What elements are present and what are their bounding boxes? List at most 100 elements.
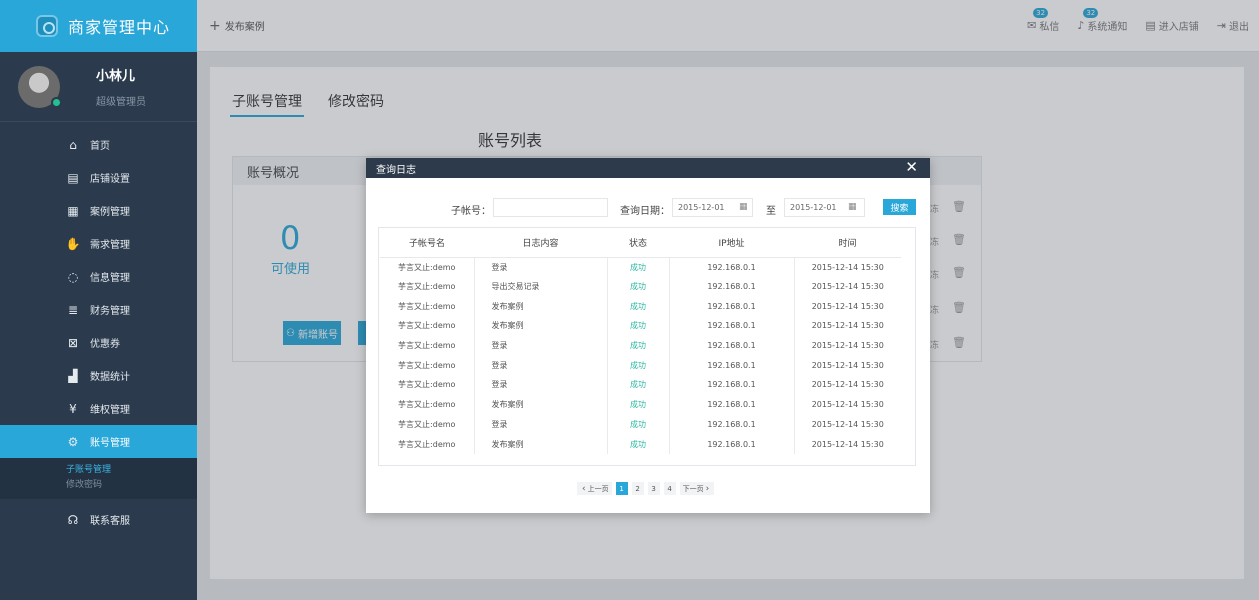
page-number[interactable]: 3: [647, 482, 660, 495]
log-cell-ip: 192.168.0.1: [669, 257, 795, 277]
log-table: 子帐号名 日志内容 状态 IP地址 时间 芋言又止:demo 登录 成功 192.16…: [380, 228, 901, 454]
sidebar-nav: ⌂ 首页 ▤ 店铺设置 ▦ 案例管理 ✋ 需求管理 ◌ 信息管理 ≣ 财务管理 ⊠ 优惠券 ▟…: [0, 122, 197, 536]
log-cell-subaccount: 芋言又止:demo: [380, 434, 475, 454]
log-cell-ip: 192.168.0.1: [669, 375, 795, 395]
sidebar-item-label: 维权管理: [90, 405, 130, 416]
user-profile: 小林儿 超级管理员: [0, 52, 197, 122]
column-header-ip: IP地址: [669, 228, 794, 258]
user-name: 小林儿: [96, 69, 136, 84]
column-header-subaccount: 子帐号名: [380, 228, 474, 258]
subaccount-input[interactable]: [493, 198, 608, 217]
grid-icon: ▦: [67, 203, 79, 218]
search-button[interactable]: 搜索: [883, 199, 916, 215]
log-cell-subaccount: 芋言又止:demo: [380, 257, 475, 277]
log-cell-content: 登录: [474, 335, 608, 356]
subnav-item-change-password[interactable]: 修改密码: [66, 478, 197, 493]
next-page-button[interactable]: 下一页 ›: [679, 482, 715, 495]
pagination: ‹ 上一页 1 2 3 4 下一页 ›: [577, 482, 718, 495]
log-cell-subaccount: 芋言又止:demo: [380, 414, 475, 435]
column-header-content: 日志内容: [474, 228, 607, 258]
calendar-icon[interactable]: ▦: [739, 202, 748, 212]
log-cell-subaccount: 芋言又止:demo: [380, 276, 475, 297]
table-row: 芋言又止:demo 登录 成功 192.168.0.1 2015-12-14 15:30: [380, 414, 901, 435]
log-cell-content: 发布案例: [474, 316, 608, 336]
page-number[interactable]: 1: [615, 482, 628, 495]
log-cell-time: 2015-12-14 15:30: [811, 419, 884, 429]
log-cell-ip: 192.168.0.1: [669, 296, 795, 317]
sidebar-item-cases[interactable]: ▦ 案例管理: [0, 194, 197, 227]
hand-icon: ✋: [65, 236, 81, 251]
sidebar-item-home[interactable]: ⌂ 首页: [0, 128, 197, 161]
prev-page-label: 上一页: [587, 484, 609, 493]
sidebar-item-label: 财务管理: [90, 306, 130, 317]
sidebar-subnav: 子账号管理 修改密码: [0, 458, 197, 499]
table-row: 芋言又止:demo 发布案例 成功 192.168.0.1 2015-12-14 15:…: [380, 316, 901, 336]
online-status-icon: [51, 96, 62, 108]
log-cell-content: 登录: [474, 414, 608, 435]
sidebar-item-label: 店铺设置: [90, 174, 130, 185]
log-cell-ip: 192.168.0.1: [669, 355, 795, 376]
avatar[interactable]: [18, 65, 62, 108]
page-number[interactable]: 4: [663, 482, 676, 495]
log-cell-subaccount: 芋言又止:demo: [380, 316, 475, 336]
log-filter-bar: 子帐号： 查询日期： 2015-12-01 ▦ 至 2015-12-01 ▦ 搜…: [366, 198, 930, 218]
log-cell-content: 发布案例: [474, 434, 608, 454]
log-cell-subaccount: 芋言又止:demo: [380, 355, 475, 376]
log-cell-time: 2015-12-14 15:30: [811, 321, 884, 331]
sidebar-item-label: 案例管理: [90, 207, 130, 218]
calendar-icon[interactable]: ▦: [848, 202, 857, 212]
table-row: 芋言又止:demo 发布案例 成功 192.168.0.1 2015-12-14 15:…: [380, 434, 901, 454]
table-row: 芋言又止:demo 发布案例 成功 192.168.0.1 2015-12-14 15:…: [380, 394, 901, 415]
date-to-label: 至: [766, 206, 776, 217]
start-date-value: 2015-12-01: [678, 203, 725, 212]
sidebar-item-store-settings[interactable]: ▤ 店铺设置: [0, 161, 197, 194]
column-header-status: 状态: [607, 228, 669, 258]
brand-header: 商家管理中心: [0, 0, 197, 52]
sidebar-item-coupons[interactable]: ⊠ 优惠券: [0, 326, 197, 359]
log-cell-ip: 192.168.0.1: [669, 414, 795, 435]
sidebar-item-label: 首页: [90, 141, 110, 152]
store-icon: ▤: [67, 170, 79, 185]
log-cell-status: 成功: [607, 375, 670, 395]
log-cell-time: 2015-12-14 15:30: [811, 400, 884, 410]
log-cell-subaccount: 芋言又止:demo: [380, 394, 475, 415]
log-cell-ip: 192.168.0.1: [669, 394, 795, 415]
sidebar-item-finance[interactable]: ≣ 财务管理: [0, 293, 197, 326]
log-cell-subaccount: 芋言又止:demo: [380, 296, 475, 317]
chat-icon: ◌: [67, 269, 79, 284]
log-cell-status: 成功: [607, 296, 670, 317]
coupon-icon: ⊠: [67, 335, 79, 350]
brand-title: 商家管理中心: [68, 18, 171, 37]
log-table-container: 子帐号名 日志内容 状态 IP地址 时间 芋言又止:demo 登录 成功 192.16…: [378, 227, 916, 466]
brand-logo-icon: [36, 15, 58, 37]
log-cell-time: 2015-12-14 15:30: [811, 380, 884, 390]
sidebar-item-label: 信息管理: [90, 273, 130, 284]
log-cell-content: 登录: [474, 375, 608, 395]
log-cell-content: 发布案例: [474, 296, 608, 317]
next-page-label: 下一页: [682, 484, 704, 493]
page-number[interactable]: 2: [631, 482, 644, 495]
sidebar-item-rights[interactable]: ¥ 维权管理: [0, 392, 197, 425]
sidebar-item-statistics[interactable]: ▟ 数据统计: [0, 359, 197, 392]
subnav-item-subaccounts[interactable]: 子账号管理: [66, 463, 197, 478]
log-cell-time: 2015-12-14 15:30: [811, 262, 884, 272]
chevron-right-icon: ›: [705, 483, 710, 494]
table-row: 芋言又止:demo 登录 成功 192.168.0.1 2015-12-14 15:30: [380, 355, 901, 376]
table-row: 芋言又止:demo 导出交易记录 成功 192.168.0.1 2015-12-14 1…: [380, 276, 901, 297]
column-header-time: 时间: [794, 228, 901, 258]
home-icon: ⌂: [69, 137, 77, 152]
table-row: 芋言又止:demo 发布案例 成功 192.168.0.1 2015-12-14 15:…: [380, 296, 901, 317]
yen-icon: ¥: [69, 401, 77, 416]
prev-page-button[interactable]: ‹ 上一页: [577, 482, 612, 495]
log-cell-status: 成功: [607, 257, 670, 277]
query-log-modal: 查询日志 ✕ 子帐号： 查询日期： 2015-12-01 ▦ 至 2015-12…: [366, 158, 930, 513]
close-icon[interactable]: ✕: [905, 160, 918, 175]
log-cell-time: 2015-12-14 15:30: [811, 439, 884, 449]
table-row: 芋言又止:demo 登录 成功 192.168.0.1 2015-12-14 15:30: [380, 375, 901, 395]
sidebar-item-support[interactable]: ☊ 联系客服: [0, 503, 197, 536]
sidebar-item-account[interactable]: ⚙ 账号管理: [0, 425, 197, 458]
log-cell-content: 登录: [474, 355, 608, 376]
subaccount-label: 子帐号：: [451, 206, 491, 217]
sidebar-item-demands[interactable]: ✋ 需求管理: [0, 227, 197, 260]
sidebar-item-messages[interactable]: ◌ 信息管理: [0, 260, 197, 293]
